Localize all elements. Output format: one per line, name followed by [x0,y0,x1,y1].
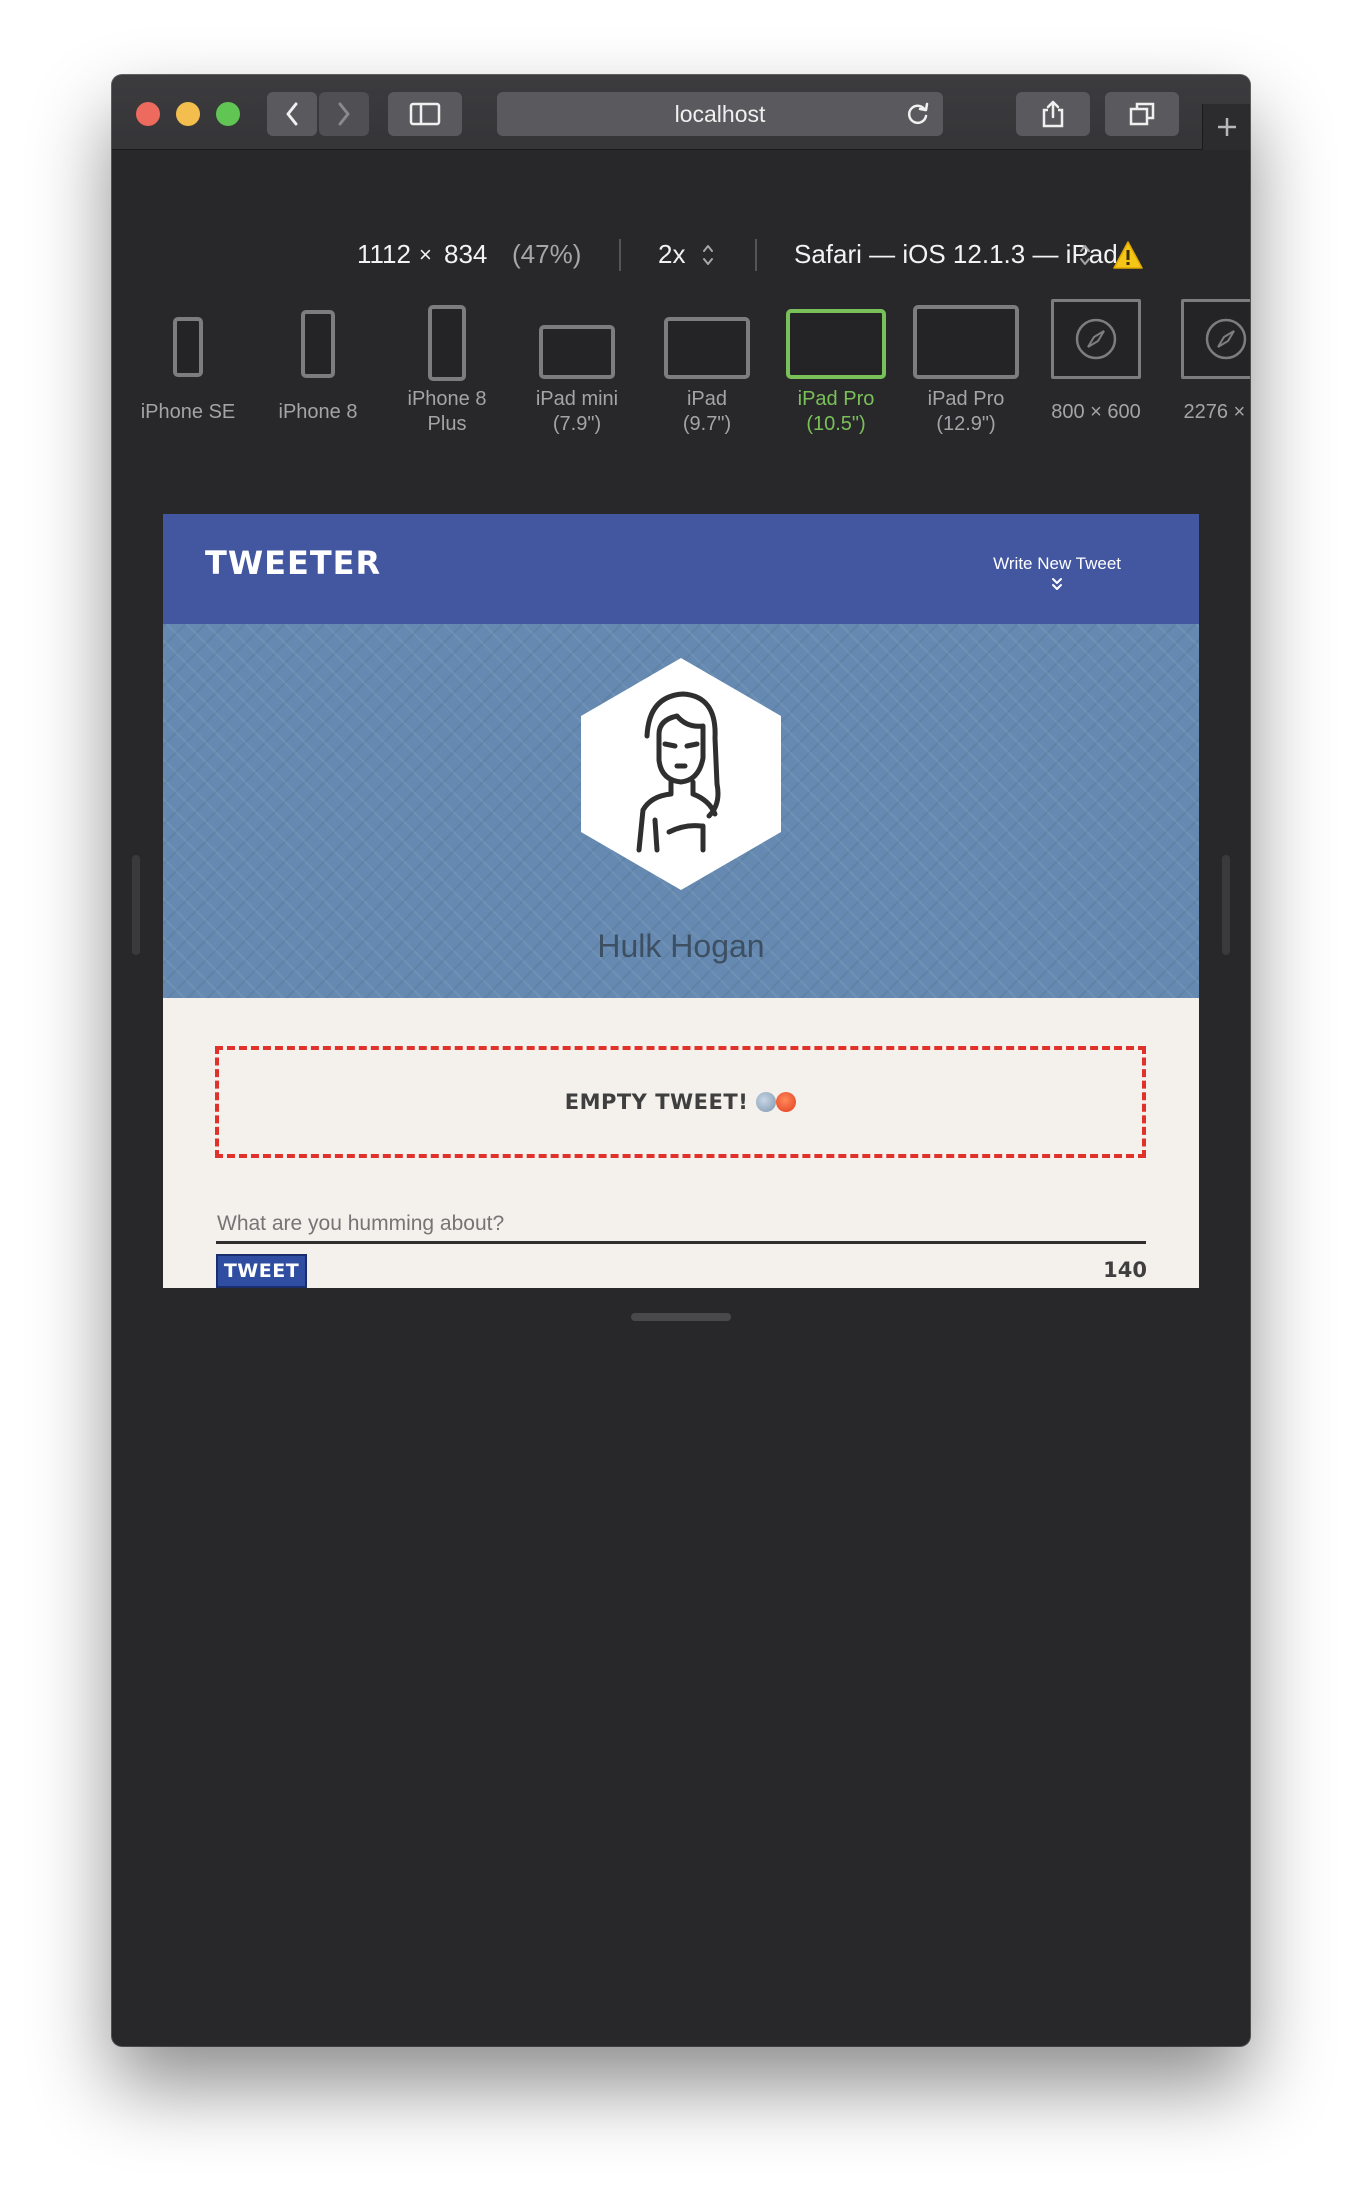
phone-icon [173,317,203,377]
tab-overview-button[interactable] [1105,92,1179,136]
device-2276-custom[interactable]: 2276 × 7( [1161,299,1250,423]
avatar [581,658,781,890]
share-button[interactable] [1016,92,1090,136]
device-picker: iPhone SE iPhone 8 iPhone 8 Plus iPad mi… [112,299,1250,465]
tweet-compose-input[interactable] [216,1210,1146,1244]
device-label: (12.9") [936,413,996,435]
device-label: 2276 × 7( [1183,401,1250,423]
sidebar-toggle-button[interactable] [388,92,462,136]
device-label: iPhone 8 [407,388,487,410]
exploding-head-icon [756,1092,777,1112]
divider [755,239,757,271]
chevron-right-icon [338,102,350,126]
forward-button[interactable] [319,92,369,136]
compass-icon [1205,318,1247,360]
dimension-separator: × [419,242,432,267]
device-iphone-8[interactable]: iPhone 8 [253,305,383,423]
address-bar[interactable]: localhost [497,92,943,136]
profile-name: Hulk Hogan [597,928,765,964]
divider [619,239,621,271]
up-down-chevron-icon [703,245,713,265]
device-label: (10.5") [806,413,866,435]
plus-icon [1217,118,1236,136]
sidebar-icon [409,102,441,126]
device-label: Plus [427,413,467,435]
profile-header: Hulk Hogan [163,624,1199,998]
device-800x600[interactable]: 800 × 600 [1031,299,1161,423]
device-iphone-se[interactable]: iPhone SE [123,305,253,423]
device-label: 800 × 600 [1051,401,1141,423]
address-text: localhost [674,100,766,127]
viewport-width[interactable]: 1112 [357,239,411,270]
tablet-icon [664,317,750,379]
error-message: EMPTY TWEET! [564,1090,749,1114]
resize-handle-right[interactable] [1222,855,1230,955]
minimize-window-button[interactable] [176,102,200,126]
phone-icon [301,310,335,378]
error-message-box: EMPTY TWEET! [215,1046,1146,1158]
device-label: iPad [686,388,728,410]
pixel-ratio-select[interactable]: 2x [658,239,685,270]
device-label: iPad Pro [797,388,875,410]
write-new-tweet-label: Write New Tweet [993,554,1121,573]
zoom-window-button[interactable] [216,102,240,126]
device-label: (9.7") [682,413,732,435]
title-bar: localhost [112,75,1250,150]
tablet-icon [539,325,615,379]
viewport-resize-handle[interactable] [631,1313,731,1321]
device-label: iPad Pro [927,388,1005,410]
tablet-icon [913,305,1019,379]
tabs-icon [1129,102,1155,126]
new-tab-button[interactable] [1202,104,1250,150]
character-counter: 140 [1103,1258,1147,1282]
device-ipad[interactable]: iPad (9.7") [642,305,772,435]
browser-window-icon [1051,299,1141,379]
tweet-button[interactable]: TWEET [216,1254,307,1288]
user-agent-select[interactable]: Safari — iOS 12.1.3 — iPad [794,239,1118,270]
browser-window: localhost 1112 × 834 (47%) 2x Safari — i… [112,75,1250,2046]
device-ipad-pro-10-5[interactable]: iPad Pro (10.5") [771,305,901,435]
viewport-height[interactable]: 834 [444,239,487,270]
compass-icon [1075,318,1117,360]
scale-percent: (47%) [512,239,582,269]
close-window-button[interactable] [136,102,160,126]
warning-icon[interactable] [1112,240,1144,270]
reload-icon[interactable] [905,101,931,127]
write-new-tweet-button[interactable]: Write New Tweet [993,554,1121,591]
browser-window-icon [1181,299,1250,379]
resize-handle-left[interactable] [132,855,140,955]
double-chevron-down-icon [1052,578,1063,590]
back-button[interactable] [267,92,317,136]
responsive-design-bar: 1112 × 834 (47%) 2x Safari — iOS 12.1.3 … [112,225,1250,285]
device-viewport: TWEETER Write New Tweet Hulk Hogan EMPTY… [163,514,1199,1288]
share-icon [1042,100,1064,128]
device-label: iPhone 8 [278,401,358,423]
chevron-left-icon [286,102,298,126]
device-ipad-pro-12-9[interactable]: iPad Pro (12.9") [901,305,1031,435]
phone-icon [428,305,466,381]
device-label: (7.9") [552,413,602,435]
up-down-chevron-icon [1080,245,1090,265]
device-iphone-8-plus[interactable]: iPhone 8 Plus [382,305,512,435]
app-navbar: TWEETER Write New Tweet [163,514,1199,624]
device-label: iPhone SE [140,401,236,423]
device-ipad-mini[interactable]: iPad mini (7.9") [512,305,642,435]
device-label: iPad mini [535,388,619,410]
angry-face-icon [776,1092,797,1112]
tablet-icon [786,309,886,379]
app-logo[interactable]: TWEETER [205,544,381,582]
